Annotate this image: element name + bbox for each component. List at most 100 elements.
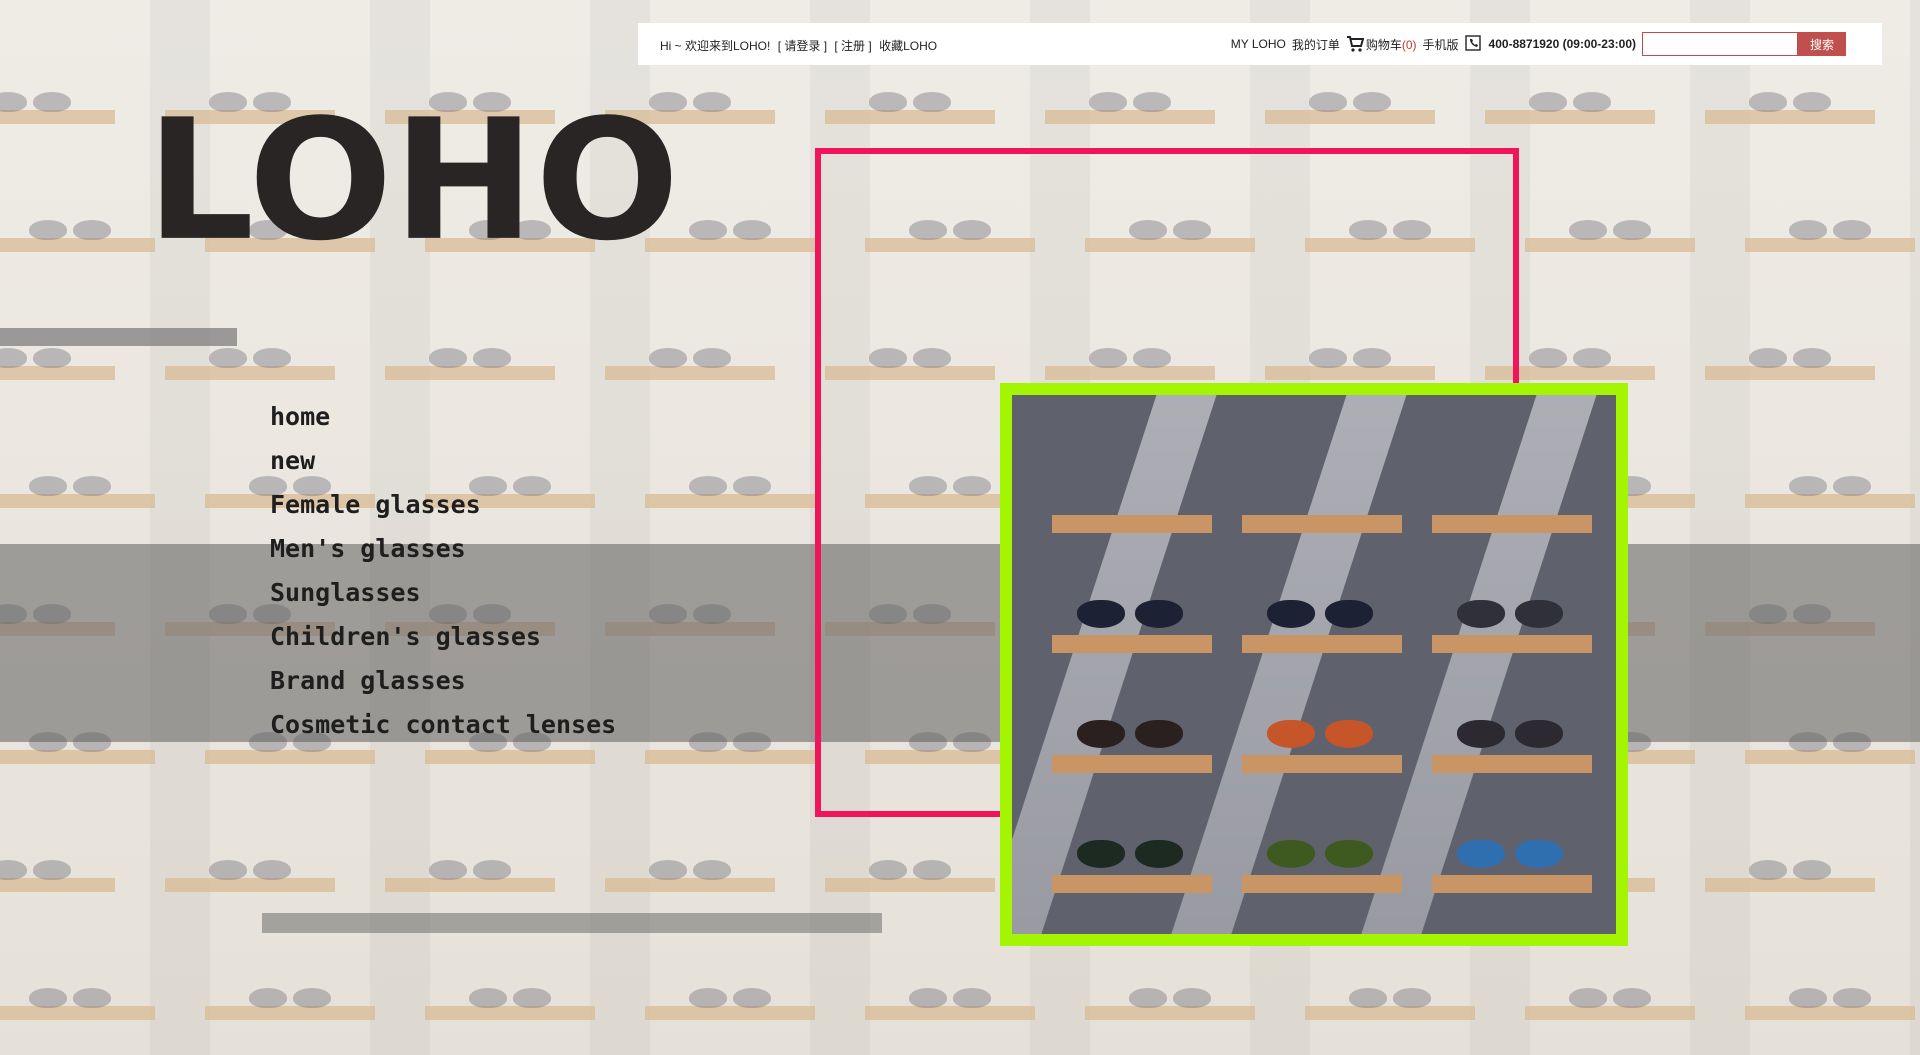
my-loho-link[interactable]: MY LOHO <box>1231 37 1286 51</box>
background-shelf <box>605 366 775 380</box>
search-button[interactable]: 搜索 <box>1798 32 1846 56</box>
background-shelf <box>1745 1006 1915 1020</box>
background-shelf <box>0 1006 155 1020</box>
nav-item-home[interactable]: home <box>270 402 616 446</box>
background-shelf <box>205 1006 375 1020</box>
favorite-link[interactable]: 收藏LOHO <box>879 39 937 53</box>
background-shelf <box>1705 878 1875 892</box>
shopping-cart-icon[interactable] <box>1346 35 1365 53</box>
background-shelf <box>645 494 815 508</box>
background-shelf <box>1745 494 1915 508</box>
photo-shelf <box>1432 515 1592 533</box>
background-shelf <box>605 878 775 892</box>
background-glasses <box>645 346 735 368</box>
photo-shelf <box>1432 635 1592 653</box>
background-shelf <box>1525 1006 1695 1020</box>
nav-item-new[interactable]: new <box>270 446 616 490</box>
photo-shelf <box>1052 875 1212 893</box>
photo-sunglasses <box>1267 720 1377 748</box>
photo-sunglasses <box>1457 720 1567 748</box>
background-glasses <box>0 346 75 368</box>
background-shelf-row <box>0 858 1920 898</box>
top-bar-links: MY LOHO 我的订单 购物车(0) 手机版 400-8871920 (09:… <box>1225 32 1846 56</box>
background-shelf <box>1045 110 1215 124</box>
background-glasses <box>905 986 995 1008</box>
welcome-text: Hi ~ 欢迎来到LOHO! <box>660 39 771 53</box>
background-glasses <box>685 218 775 240</box>
background-glasses <box>1745 346 1835 368</box>
background-shelf <box>825 878 995 892</box>
background-glasses <box>1785 218 1875 240</box>
background-shelf <box>1525 238 1695 252</box>
nav-item-cosmetic-contact-lenses[interactable]: Cosmetic contact lenses <box>270 710 616 754</box>
main-nav: home new Female glasses Men's glasses Su… <box>270 402 616 754</box>
nav-item-brand-glasses[interactable]: Brand glasses <box>270 666 616 710</box>
decor-band-bottom <box>262 913 882 933</box>
background-shelf <box>825 110 995 124</box>
photo-sunglasses <box>1077 600 1187 628</box>
loho-logo[interactable]: LOHO <box>146 98 680 265</box>
background-shelf <box>1705 366 1875 380</box>
background-glasses <box>1305 90 1395 112</box>
orders-link[interactable]: 我的订单 <box>1292 36 1340 53</box>
background-shelf <box>0 878 115 892</box>
background-shelf <box>645 750 815 764</box>
search-input[interactable] <box>1642 32 1798 56</box>
decor-band-top <box>0 328 237 346</box>
photo-sunglasses <box>1267 840 1377 868</box>
photo-shelf <box>1242 875 1402 893</box>
mobile-link[interactable]: 手机版 <box>1423 36 1459 53</box>
top-bar: Hi ~ 欢迎来到LOHO! [ 请登录 ] [ 注册 ] 收藏LOHO MY … <box>638 23 1882 65</box>
photo-shelf <box>1432 875 1592 893</box>
background-shelf <box>0 110 115 124</box>
background-glasses <box>425 346 515 368</box>
background-glasses <box>25 218 115 240</box>
background-glasses <box>245 986 335 1008</box>
background-shelf <box>1705 110 1875 124</box>
background-shelf <box>385 878 555 892</box>
photo-sunglasses <box>1077 720 1187 748</box>
background-glasses <box>645 858 735 880</box>
featured-photo-frame[interactable] <box>1000 383 1628 946</box>
background-glasses <box>1745 90 1835 112</box>
photo-sunglasses <box>1457 840 1567 868</box>
photo-shelf <box>1242 635 1402 653</box>
background-glasses <box>1345 986 1435 1008</box>
background-glasses <box>1565 218 1655 240</box>
background-glasses <box>865 858 955 880</box>
background-glasses <box>205 346 295 368</box>
background-glasses <box>25 986 115 1008</box>
background-shelf <box>865 1006 1035 1020</box>
background-glasses <box>1745 858 1835 880</box>
photo-sunglasses <box>1267 600 1377 628</box>
cart-link[interactable]: 购物车(0) <box>1366 36 1417 53</box>
background-shelf-row <box>0 986 1920 1026</box>
background-glasses <box>25 474 115 496</box>
nav-item-childrens-glasses[interactable]: Children's glasses <box>270 622 616 666</box>
phone-icon <box>1464 35 1483 53</box>
background-shelf <box>0 366 115 380</box>
welcome-area: Hi ~ 欢迎来到LOHO! [ 请登录 ] [ 注册 ] 收藏LOHO <box>660 37 941 54</box>
background-glasses <box>1525 346 1615 368</box>
background-shelf <box>0 238 155 252</box>
photo-sunglasses <box>1457 600 1567 628</box>
background-shelf <box>0 750 155 764</box>
background-shelf <box>1305 1006 1475 1020</box>
background-glasses <box>1525 90 1615 112</box>
login-link[interactable]: [ 请登录 ] <box>778 39 827 53</box>
background-glasses <box>425 858 515 880</box>
nav-item-female-glasses[interactable]: Female glasses <box>270 490 616 534</box>
nav-item-mens-glasses[interactable]: Men's glasses <box>270 534 616 578</box>
register-link[interactable]: [ 注册 ] <box>834 39 871 53</box>
nav-item-sunglasses[interactable]: Sunglasses <box>270 578 616 622</box>
background-glasses <box>1785 474 1875 496</box>
background-shelf <box>385 366 555 380</box>
background-glasses <box>1785 986 1875 1008</box>
background-shelf <box>1745 238 1915 252</box>
background-glasses <box>685 986 775 1008</box>
background-shelf <box>645 1006 815 1020</box>
background-glasses <box>1125 986 1215 1008</box>
photo-shelf <box>1432 755 1592 773</box>
photo-shelf <box>1242 755 1402 773</box>
background-shelf <box>165 366 335 380</box>
